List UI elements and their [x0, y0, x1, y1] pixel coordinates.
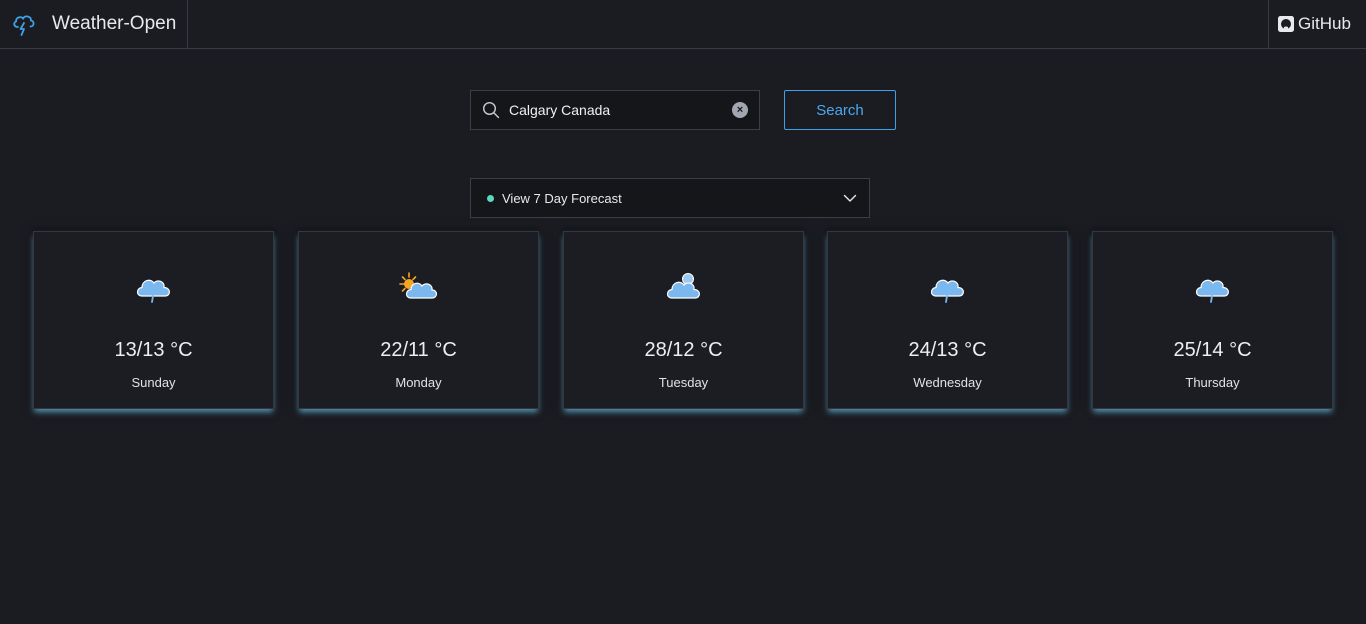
app-title: Weather-Open: [52, 13, 177, 34]
card-day: Tuesday: [658, 375, 709, 390]
rain-cloud-icon: [930, 279, 964, 303]
top-bar: Weather-Open GitHub: [0, 0, 1366, 49]
rain-cloud-icon: [1195, 279, 1229, 303]
forecast-card-sunday[interactable]: 13/13 °C Sunday: [33, 231, 274, 409]
chevron-down-icon: [843, 194, 857, 202]
search-box: ×: [470, 90, 760, 130]
brand[interactable]: Weather-Open: [0, 0, 188, 48]
card-day: Monday: [395, 375, 442, 390]
card-day: Thursday: [1185, 375, 1240, 390]
search-button[interactable]: Search: [784, 90, 896, 130]
card-temperature: 22/11 °C: [380, 339, 457, 361]
forecast-card-monday[interactable]: 22/11 °C Monday: [298, 231, 539, 409]
forecast-card-wednesday[interactable]: 24/13 °C Wednesday: [827, 231, 1068, 409]
storm-cloud-icon: [13, 15, 35, 36]
search-icon: [482, 101, 500, 119]
status-dot: [487, 195, 494, 202]
card-day: Sunday: [131, 375, 176, 390]
forecast-select-label: View 7 Day Forecast: [502, 191, 622, 206]
card-day: Wednesday: [913, 375, 982, 390]
card-temperature: 28/12 °C: [644, 339, 723, 361]
rain-cloud-icon: [136, 279, 170, 303]
card-temperature: 24/13 °C: [908, 339, 987, 361]
forecast-card-tuesday[interactable]: 28/12 °C Tuesday: [563, 231, 804, 409]
cloudy-icon: [666, 273, 700, 299]
card-temperature: 25/14 °C: [1173, 339, 1252, 361]
github-label: GitHub: [1298, 14, 1351, 33]
search-input[interactable]: [509, 91, 721, 129]
partly-sunny-icon: [399, 272, 438, 299]
clear-search-icon[interactable]: ×: [732, 102, 748, 118]
card-temperature: 13/13 °C: [114, 339, 193, 361]
forecast-card-thursday[interactable]: 25/14 °C Thursday: [1092, 231, 1333, 409]
github-link[interactable]: GitHub: [1268, 0, 1366, 48]
github-icon: [1278, 16, 1294, 32]
forecast-range-select[interactable]: View 7 Day Forecast: [470, 178, 870, 218]
